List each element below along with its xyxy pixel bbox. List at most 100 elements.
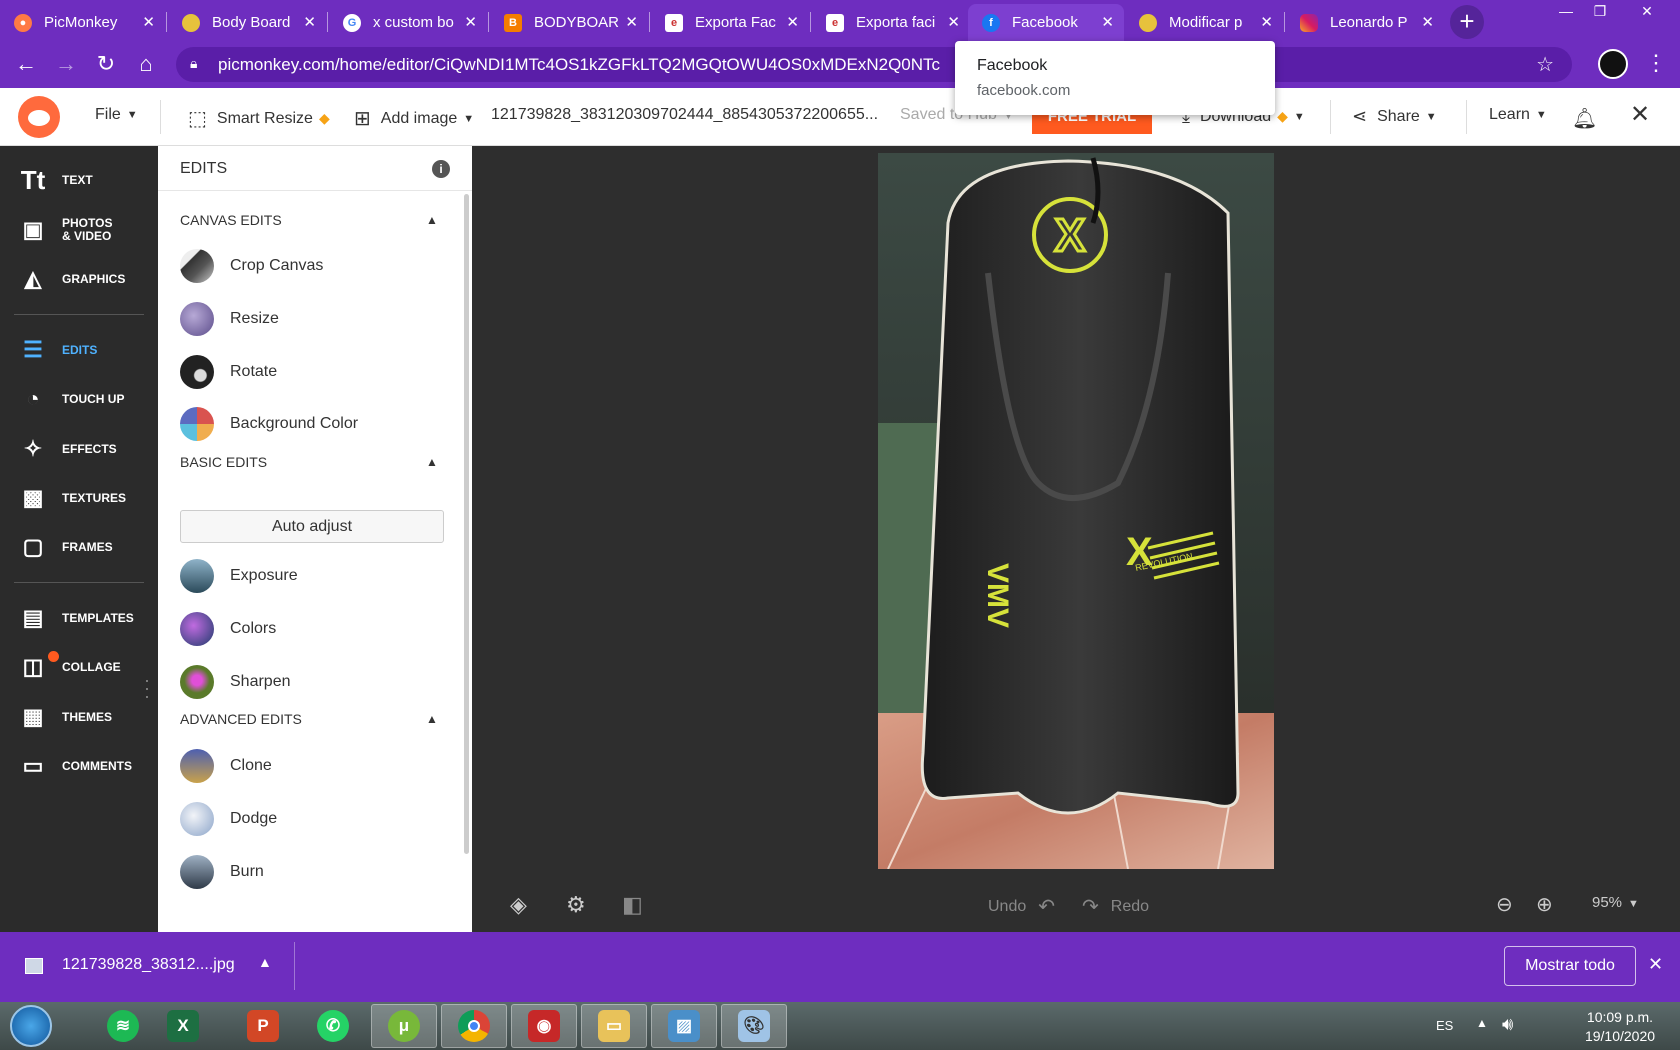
tool-resize[interactable]: Resize bbox=[180, 299, 279, 339]
nav-templates[interactable]: ▤ TEMPLATES bbox=[0, 598, 158, 638]
learn-button[interactable]: Learn ▼ bbox=[1489, 106, 1547, 124]
settings-gear-icon[interactable]: ⚙ bbox=[566, 892, 586, 918]
close-tab-icon[interactable]: ✕ bbox=[464, 13, 477, 31]
show-all-downloads-button[interactable]: Mostrar todo bbox=[1504, 946, 1636, 986]
redo-button[interactable]: ↷ Redo bbox=[1082, 894, 1149, 919]
powerpoint-icon[interactable]: P bbox=[230, 1004, 296, 1048]
photo-nose-logo: X bbox=[1055, 209, 1086, 261]
file-menu-button[interactable]: File ▼ bbox=[95, 106, 138, 124]
whatsapp-icon[interactable]: ✆ bbox=[300, 1004, 366, 1048]
section-basic-edits[interactable]: BASIC EDITS bbox=[180, 454, 267, 470]
bookmark-star-icon[interactable]: ☆ bbox=[1536, 52, 1554, 77]
nav-comments[interactable]: ▭ COMMENTS bbox=[0, 746, 158, 786]
close-tab-icon[interactable]: ✕ bbox=[1260, 13, 1273, 31]
section-canvas-edits[interactable]: CANVAS EDITS bbox=[180, 212, 282, 228]
tab-body-board[interactable]: Body Board ✕ bbox=[168, 4, 326, 41]
nav-text[interactable]: Tt TEXT bbox=[0, 160, 158, 200]
zoom-out-icon[interactable]: ⊖ bbox=[1496, 892, 1513, 917]
tab-modificar[interactable]: Modificar p ✕ bbox=[1125, 4, 1283, 41]
reload-button[interactable]: ↻ bbox=[92, 51, 120, 79]
tab-google-search[interactable]: G x custom bo ✕ bbox=[329, 4, 487, 41]
volume-icon[interactable]: 🔊︎ bbox=[1502, 1014, 1513, 1035]
nav-collage[interactable]: ◫ COLLAGE bbox=[0, 647, 158, 687]
tab-exporta-2[interactable]: e Exporta faci ✕ bbox=[812, 4, 970, 41]
tool-colors[interactable]: Colors bbox=[180, 609, 276, 649]
nav-textures[interactable]: ▩ TEXTURES bbox=[0, 478, 158, 518]
tool-rotate[interactable]: Rotate bbox=[180, 352, 277, 392]
nav-touch-up[interactable]: ◔ TOUCH UP bbox=[0, 379, 158, 419]
system-clock[interactable]: 10:09 p.m. 19/10/2020 bbox=[1570, 1008, 1670, 1046]
zoom-level-select[interactable]: 95% ▼ bbox=[1592, 894, 1639, 911]
panel-scrollbar[interactable] bbox=[464, 194, 469, 854]
keyboard-language[interactable]: ES bbox=[1436, 1018, 1453, 1033]
zoom-in-icon[interactable]: ⊕ bbox=[1536, 892, 1553, 917]
share-button[interactable]: ⋖ Share ▼ bbox=[1352, 106, 1437, 127]
tool-dodge[interactable]: Dodge bbox=[180, 799, 277, 839]
chrome-menu-icon[interactable]: ⋮ bbox=[1645, 50, 1667, 76]
image-filename[interactable]: 121739828_383120309702444_88543053722006… bbox=[491, 106, 878, 124]
tab-exporta-1[interactable]: e Exporta Fac ✕ bbox=[651, 4, 809, 41]
tool-background-color[interactable]: Background Color bbox=[180, 404, 358, 444]
explorer-icon[interactable]: ▭ bbox=[581, 1004, 647, 1048]
paint-icon[interactable]: 🎨︎ bbox=[721, 1004, 787, 1048]
utorrent-icon[interactable]: μ bbox=[371, 1004, 437, 1048]
photo-bodyboard[interactable]: X VMV X REVOLUTION bbox=[878, 153, 1274, 869]
close-tab-icon[interactable]: ✕ bbox=[947, 13, 960, 31]
address-bar[interactable]: 🔒︎ picmonkey.com/home/editor/CiQwNDI1MTc… bbox=[176, 47, 1572, 82]
undo-button[interactable]: Undo ↶ bbox=[988, 894, 1055, 919]
profile-avatar[interactable] bbox=[1598, 49, 1628, 79]
close-tab-icon[interactable]: ✕ bbox=[142, 13, 155, 31]
close-download-bar-icon[interactable]: ✕ bbox=[1648, 954, 1663, 975]
close-tab-icon[interactable]: ✕ bbox=[303, 13, 316, 31]
camera-icon[interactable]: ◉ bbox=[511, 1004, 577, 1048]
chevron-up-icon[interactable]: ▲ bbox=[426, 712, 438, 726]
close-tab-icon[interactable]: ✕ bbox=[1421, 13, 1434, 31]
new-tab-button[interactable]: + bbox=[1450, 5, 1484, 39]
close-tab-icon[interactable]: ✕ bbox=[625, 13, 638, 31]
close-editor-icon[interactable]: ✕ bbox=[1630, 100, 1650, 129]
chrome-icon[interactable] bbox=[441, 1004, 507, 1048]
chevron-up-icon[interactable]: ▲ bbox=[426, 213, 438, 227]
picmonkey-logo[interactable] bbox=[18, 96, 60, 138]
smart-resize-button[interactable]: ⬚ Smart Resize ◆ bbox=[188, 106, 330, 131]
auto-adjust-button[interactable]: Auto adjust bbox=[180, 510, 444, 543]
tab-blogger[interactable]: B BODYBOAR ✕ bbox=[490, 4, 648, 41]
notifications-bell-icon[interactable]: 🔔︎ bbox=[1572, 106, 1597, 131]
section-advanced-edits[interactable]: ADVANCED EDITS bbox=[180, 711, 302, 727]
tab-facebook[interactable]: f Facebook ✕ bbox=[968, 4, 1124, 41]
start-button[interactable] bbox=[10, 1005, 52, 1047]
url-text[interactable]: picmonkey.com/home/editor/CiQwNDI1MTc4OS… bbox=[218, 55, 958, 75]
tool-sharpen[interactable]: Sharpen bbox=[180, 662, 291, 702]
nav-frames[interactable]: ▢ FRAMES bbox=[0, 527, 158, 567]
tool-clone[interactable]: Clone bbox=[180, 746, 272, 786]
download-filename[interactable]: 121739828_38312....jpg bbox=[62, 956, 235, 974]
spotify-icon[interactable]: ≋ bbox=[90, 1004, 156, 1048]
close-window-button[interactable]: ✕ bbox=[1622, 0, 1672, 24]
show-hidden-icons-icon[interactable]: ▲ bbox=[1476, 1016, 1488, 1030]
compare-icon[interactable]: ◧ bbox=[622, 892, 643, 918]
nav-edits[interactable]: ☰ EDITS bbox=[0, 330, 158, 370]
forward-button[interactable]: → bbox=[52, 51, 80, 79]
maximize-window-button[interactable]: ❐ bbox=[1578, 0, 1622, 24]
nav-effects[interactable]: ✧ EFFECTS bbox=[0, 429, 158, 469]
close-tab-icon[interactable]: ✕ bbox=[786, 13, 799, 31]
nav-graphics[interactable]: ◭ GRAPHICS bbox=[0, 259, 158, 299]
tab-title: Exporta faci bbox=[856, 14, 936, 31]
chevron-up-icon[interactable]: ▲ bbox=[426, 455, 438, 469]
nav-photos-video[interactable]: ▣ PHOTOS & VIDEO bbox=[0, 210, 158, 250]
tab-instagram[interactable]: Leonardo P ✕ bbox=[1286, 4, 1444, 41]
home-button[interactable]: ⌂ bbox=[132, 51, 160, 79]
chevron-up-icon[interactable]: ▲ bbox=[258, 954, 272, 970]
tool-crop-canvas[interactable]: Crop Canvas bbox=[180, 246, 323, 286]
layers-icon[interactable]: ◈ bbox=[510, 892, 527, 918]
add-image-button[interactable]: ⊞ Add image ▼ bbox=[354, 106, 474, 131]
back-button[interactable]: ← bbox=[12, 51, 40, 79]
nav-themes[interactable]: ▦ THEMES bbox=[0, 697, 158, 737]
tab-picmonkey[interactable]: ● PicMonkey ✕ bbox=[0, 4, 165, 41]
info-icon[interactable]: i bbox=[432, 160, 450, 178]
tool-exposure[interactable]: Exposure bbox=[180, 556, 298, 596]
tool-burn[interactable]: Burn bbox=[180, 852, 264, 892]
close-tab-icon[interactable]: ✕ bbox=[1101, 13, 1114, 31]
excel-icon[interactable]: X bbox=[150, 1004, 216, 1048]
photos-viewer-icon[interactable]: ▨ bbox=[651, 1004, 717, 1048]
